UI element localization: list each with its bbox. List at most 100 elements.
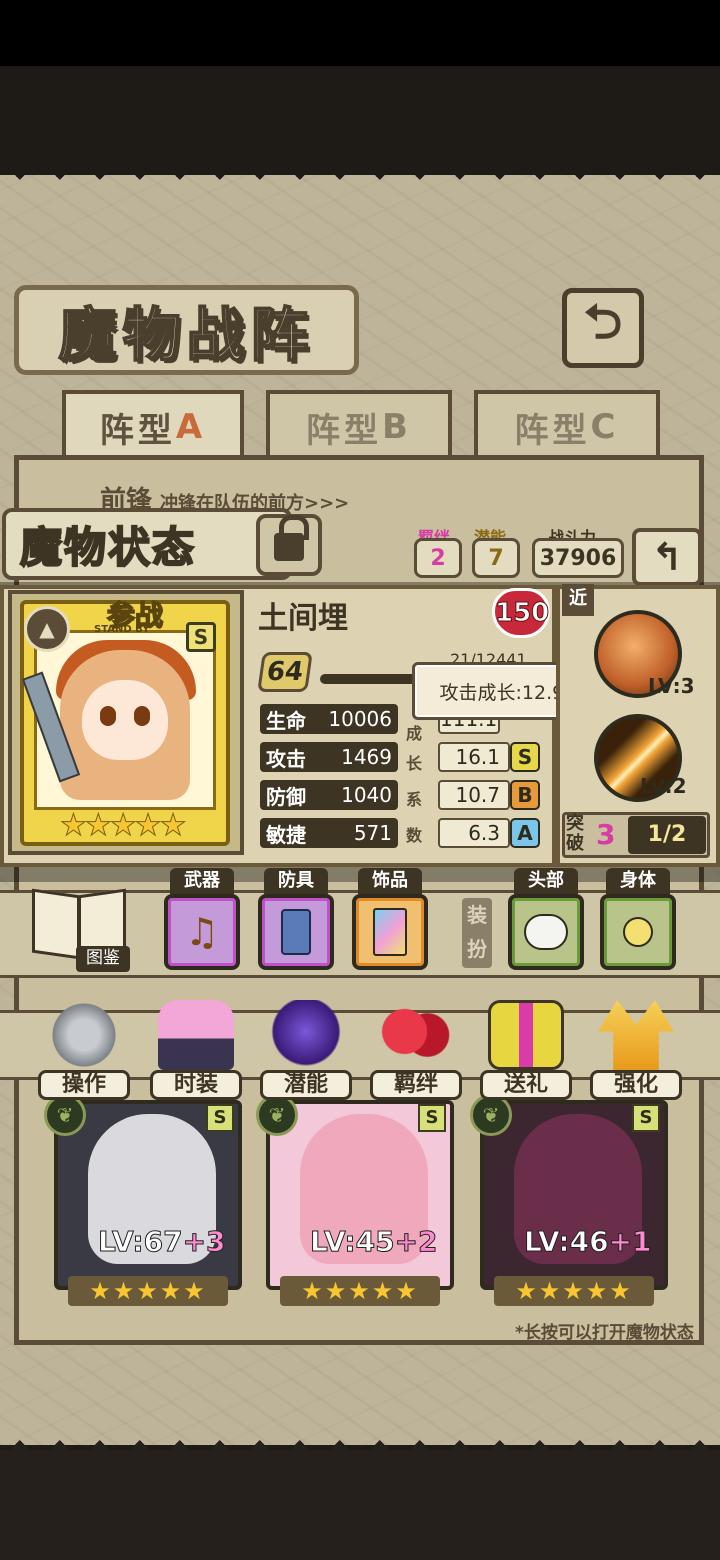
potential-value: 7 [472, 538, 520, 578]
accessory-label: 饰品 [358, 868, 422, 894]
dress-label: 装扮 [462, 898, 492, 968]
stat-value: 1469 [341, 745, 392, 769]
growth-agility[interactable]: 6.3 [438, 818, 510, 848]
accessory-slot[interactable] [352, 894, 428, 970]
tab-formation-c[interactable]: 阵型 C [474, 390, 660, 460]
standby-sub: STAND BY [94, 624, 150, 635]
growth-label-char: 长 [406, 754, 423, 773]
outfit-icon [158, 1000, 234, 1070]
torn-edge-top [0, 160, 720, 200]
harp-icon: ♫ [184, 910, 220, 954]
tab-label: 阵型 [306, 410, 383, 451]
bottom-dark-area [0, 1450, 720, 1560]
head-slot[interactable] [508, 894, 584, 970]
growth-label-char: 系 [406, 790, 423, 809]
star-rating: ★★★★★ [494, 1276, 654, 1306]
close-status-button[interactable]: ↰ [632, 528, 702, 586]
stat-agility: 敏捷 571 [260, 818, 398, 848]
stat-label: 攻击 [266, 746, 306, 771]
growth-label-char: 成 [406, 724, 423, 743]
action-label: 潜能 [260, 1070, 352, 1100]
tab-label: 阵型 [99, 410, 176, 451]
stat-value: 571 [353, 821, 392, 845]
tab-formation-b[interactable]: 阵型 B [266, 390, 452, 460]
stat-value: 10006 [328, 707, 392, 731]
star-rating: ★★★★★ [59, 808, 186, 844]
action-label: 送礼 [480, 1070, 572, 1100]
card-icon [373, 908, 407, 956]
potential-button[interactable]: 潜能 [260, 998, 352, 1102]
rank-badge: S [186, 622, 216, 652]
top-black-bar [0, 0, 720, 66]
gift-button[interactable]: 送礼 [480, 998, 572, 1102]
level-text: LV:45 [310, 1225, 396, 1259]
body-label: 身体 [606, 868, 670, 894]
return-button[interactable]: ⮌ [562, 288, 644, 368]
stat-label: 敏捷 [266, 822, 306, 847]
armor-icon [281, 909, 311, 955]
stat-label: 生命 [266, 708, 306, 733]
star-rating: ★★★★★ [280, 1276, 440, 1306]
return-arrow-icon: ↰ [651, 535, 683, 579]
tab-formation-a[interactable]: 阵型 A [62, 390, 244, 460]
action-label: 羁绊 [370, 1070, 462, 1100]
team-card-3[interactable]: ❦ S LV:46+1 ★★★★★ [470, 1094, 668, 1306]
action-label: 强化 [590, 1070, 682, 1100]
operation-button[interactable]: 操作 [38, 998, 130, 1102]
bond-button[interactable]: 羁绊 [370, 998, 462, 1102]
level-badge: 64 [257, 652, 313, 692]
action-label: 时装 [150, 1070, 242, 1100]
long-press-hint: *长按可以打开魔物状态 [515, 1323, 694, 1343]
tab-letter: A [175, 407, 207, 447]
codex-label: 图鉴 [76, 946, 130, 972]
stat-attack: 攻击 1469 [260, 742, 398, 772]
growth-defense[interactable]: 10.7 [438, 780, 510, 810]
tab-label: 阵型 [514, 410, 591, 451]
body-accessory-icon [623, 917, 653, 947]
breakthrough-value: 3 [596, 818, 616, 851]
page-title: 魔物战阵 [14, 285, 359, 375]
head-label: 头部 [514, 868, 578, 894]
plus-text: +2 [394, 1225, 438, 1259]
plus-text: +3 [182, 1225, 226, 1259]
stat-defense: 防御 1040 [260, 780, 398, 810]
rank-badge: S [418, 1104, 446, 1132]
demon-icon [268, 1000, 344, 1070]
tab-letter: C [590, 407, 620, 447]
range-label: 近 [562, 584, 594, 616]
growth-label-char: 数 [406, 826, 423, 845]
face [82, 680, 168, 760]
outfit-button[interactable]: 时装 [150, 998, 242, 1102]
armor-slot[interactable] [258, 894, 334, 970]
gift-icon [488, 1000, 564, 1070]
plus-text: +1 [608, 1225, 652, 1259]
hearts-icon [378, 1000, 454, 1070]
left-eye [100, 706, 116, 726]
stat-label: 防御 [266, 784, 306, 809]
weapon-slot[interactable]: ♫ [164, 894, 240, 970]
upgrade-arrows-icon [598, 1000, 674, 1070]
growth-grade-badge: B [510, 780, 540, 810]
team-card-1[interactable]: ❦ S LV:67+3 ★★★★★ [44, 1094, 242, 1306]
tab-letter: B [382, 407, 412, 447]
lock-button[interactable] [256, 514, 322, 576]
growth-grade-badge: S [510, 742, 540, 772]
book-icon [32, 888, 80, 960]
rank-badge: S [632, 1104, 660, 1132]
lock-icon [274, 515, 309, 563]
growth-attack[interactable]: 16.1 [438, 742, 510, 772]
star-rating: ★★★★★ [68, 1276, 228, 1306]
action-label: 操作 [38, 1070, 130, 1100]
head-accessory-icon [524, 914, 568, 950]
power-value: 37906 [532, 538, 624, 578]
skill-2-level: LV:2 [640, 774, 687, 798]
return-icon: ⮌ [583, 293, 623, 350]
bond-value: 2 [414, 538, 462, 578]
rank-badge: S [206, 1104, 234, 1132]
breakthrough-progress: 1/2 [628, 816, 706, 854]
body-slot[interactable] [600, 894, 676, 970]
level-text: LV:46 [524, 1225, 610, 1259]
upgrade-button[interactable]: 强化 [590, 998, 682, 1102]
team-card-2[interactable]: ❦ S LV:45+2 ★★★★★ [256, 1094, 454, 1306]
right-eye [134, 706, 150, 726]
